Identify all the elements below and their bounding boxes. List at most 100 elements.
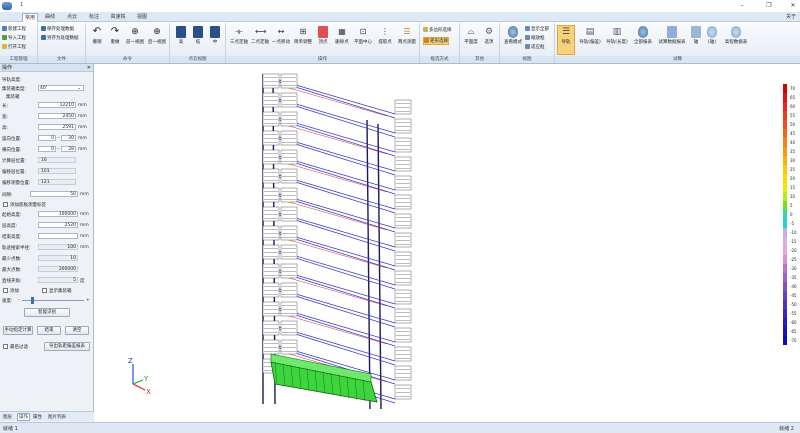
tab-properties[interactable]: 属性 [33, 414, 42, 420]
length-input[interactable]: 12210 [38, 102, 76, 108]
polygon-select-button[interactable]: 多边形选择 [423, 27, 452, 33]
show-container-checkbox[interactable] [42, 288, 47, 293]
speed-minus[interactable]: – [18, 298, 20, 303]
point-cloud-canvas[interactable]: Z X Y [95, 64, 800, 422]
axis-paren-button[interactable]: (轴) [704, 26, 720, 45]
rail-label-left2 [280, 339, 298, 355]
zoom-box-button[interactable]: 缩放框 [525, 35, 545, 41]
tab-operation[interactable]: 操作 [17, 413, 30, 421]
elevation-table-button[interactable]: 高程数据表 [721, 26, 751, 45]
tab-layers[interactable]: 图层 [3, 414, 12, 420]
legend-swatch [783, 219, 787, 228]
axis-y-label: Y [143, 375, 149, 383]
angle-value[interactable]: 5 [38, 277, 78, 283]
start-height-input[interactable]: 100000 [38, 211, 78, 217]
import-project-button[interactable]: 导入工程 [2, 35, 26, 41]
axis-button[interactable]: 轴 [689, 26, 703, 45]
flatness-button[interactable]: ⌓ 平面度 [462, 26, 480, 45]
rail-deviation-button[interactable]: ▤ 导轨(偏差) [577, 26, 603, 45]
rail-label-left [262, 225, 280, 241]
one-point-move-button[interactable]: ↔ 一点移动 [271, 26, 291, 45]
rail-label-left2 [280, 187, 298, 203]
undo-button[interactable]: ↶ 撤销 [89, 26, 105, 45]
max-points-value[interactable]: 200000 [38, 266, 78, 272]
add-tag-checkbox[interactable] [3, 202, 8, 207]
three-point-axis-button[interactable]: ⟛ 三点定轴 [229, 26, 249, 45]
panel-close-icon[interactable]: ✕ [87, 64, 91, 72]
tab-common[interactable]: 常用 [22, 13, 38, 22]
extract-point-button[interactable]: ⋮ 提取点 [375, 26, 395, 45]
tab-railway[interactable]: 高速铁 [108, 13, 128, 22]
rail-button[interactable]: ☰ 导轨 [557, 25, 575, 55]
folder-icon [2, 44, 7, 49]
height-input[interactable]: 2591 [38, 124, 76, 130]
restore-icon[interactable]: ❐ [762, 1, 776, 10]
speed-plus[interactable]: + [86, 298, 90, 303]
manual-calc-button[interactable]: 手动指定计算 [3, 326, 33, 335]
delete-point-button[interactable]: ▦ 删除点 [332, 26, 352, 45]
test-report-button[interactable]: 试算数据报表 [656, 26, 688, 45]
save-data-button[interactable]: 保存处理数据 [41, 26, 74, 32]
save-as-data-button[interactable]: 另存为处理数据 [41, 35, 79, 41]
tab-annotation[interactable]: 标注 [86, 13, 102, 22]
finish-button[interactable]: 结束 [37, 326, 61, 335]
smart-recognize-button[interactable]: 智能识别 [24, 308, 70, 317]
rail-type-select[interactable]: 40' ⌄ [38, 85, 84, 91]
min-points-value[interactable]: 10 [38, 255, 78, 261]
axis-icon [691, 26, 701, 38]
vertical-pos-a-input[interactable]: 0 [38, 135, 56, 141]
vertical-pos-b-input[interactable]: 30 [61, 135, 76, 141]
width-input[interactable]: 2450 [38, 113, 76, 119]
simple-adjust-button[interactable]: ⊞ 简单调整 [292, 26, 314, 45]
two-point-measure-button[interactable]: ☰ 两点测量 [396, 26, 418, 45]
vertex-button[interactable]: 顶点 [315, 26, 331, 45]
tab-curve[interactable]: 曲线 [42, 13, 58, 22]
high-button[interactable]: 高 [174, 26, 188, 45]
status-bar: 就绪 1 就绪 2 [0, 422, 800, 433]
plane-center-button[interactable]: ⊡ 平面中心 [352, 26, 374, 45]
prev-view-button[interactable]: ⊕ 前一视图 [124, 26, 146, 45]
speed-slider-thumb[interactable] [31, 297, 34, 304]
last-filter-checkbox[interactable] [3, 344, 8, 349]
view-mode-button[interactable]: 查看模式 [502, 26, 524, 45]
search-radius-value[interactable]: 100 [38, 244, 78, 250]
export-report-button[interactable]: 导出轨距偏差报表 [44, 342, 90, 351]
group-label-operation: 操作 [226, 56, 419, 63]
undo-icon: ↶ [92, 26, 102, 37]
horizontal-pos-a-input[interactable]: 0 [38, 146, 56, 152]
tab-image-list[interactable]: 图片列表 [48, 414, 66, 420]
about-link[interactable]: 关于 [786, 13, 796, 22]
gap-input[interactable]: 50 [30, 191, 78, 197]
rail-length-button[interactable]: ▥ 导轨(长度) [604, 26, 630, 45]
mid-button[interactable]: 中 [208, 26, 222, 45]
horizontal-pos-b-input[interactable]: 28 [61, 146, 76, 152]
tab-view[interactable]: 视图 [134, 13, 150, 22]
end-height-input[interactable] [38, 233, 78, 239]
minimize-icon[interactable]: – [735, 1, 749, 10]
delete-point-icon: ▦ [338, 27, 346, 36]
show-all-button[interactable]: 显示全部 [525, 26, 549, 32]
open-project-button[interactable]: 打开工程 [2, 44, 26, 50]
new-project-button[interactable]: 新建工程 [2, 26, 26, 32]
next-view-button[interactable]: ⊕ 后一视图 [146, 26, 168, 45]
window-title: 1 [20, 2, 24, 8]
clear-button[interactable]: 清空 [65, 326, 89, 335]
fit-box-button[interactable]: 适应框 [525, 44, 545, 50]
layer-height-input[interactable]: 2520 [38, 222, 78, 228]
rail-label-left [262, 206, 280, 222]
legend-label: -50 [790, 302, 797, 307]
extract-icon: ⋮ [381, 27, 389, 36]
add-checkbox[interactable] [3, 288, 8, 293]
two-point-axis-button[interactable]: ⟷ 二点定轴 [250, 26, 270, 45]
app-menu-icon[interactable] [2, 2, 12, 10]
tab-pointcloud[interactable]: 点云 [64, 13, 80, 22]
all-reports-button[interactable]: 全部报表 [631, 26, 655, 45]
close-icon[interactable]: ✕ [786, 1, 800, 10]
rect-select-button[interactable]: 矩形选择 [423, 37, 449, 45]
viewport-3d[interactable]: Z X Y 70 65 60 55 50 45 40 35 30 25 20 15 10 5 0 -5 -10-… [95, 64, 800, 422]
group-label-select: 框选方式 [420, 56, 459, 63]
options-button[interactable]: ⚙ 选项 [481, 26, 497, 45]
redo-button[interactable]: ↷ 重做 [107, 26, 123, 45]
low-button[interactable]: 低 [191, 26, 205, 45]
rail-label-left2 [280, 225, 298, 241]
